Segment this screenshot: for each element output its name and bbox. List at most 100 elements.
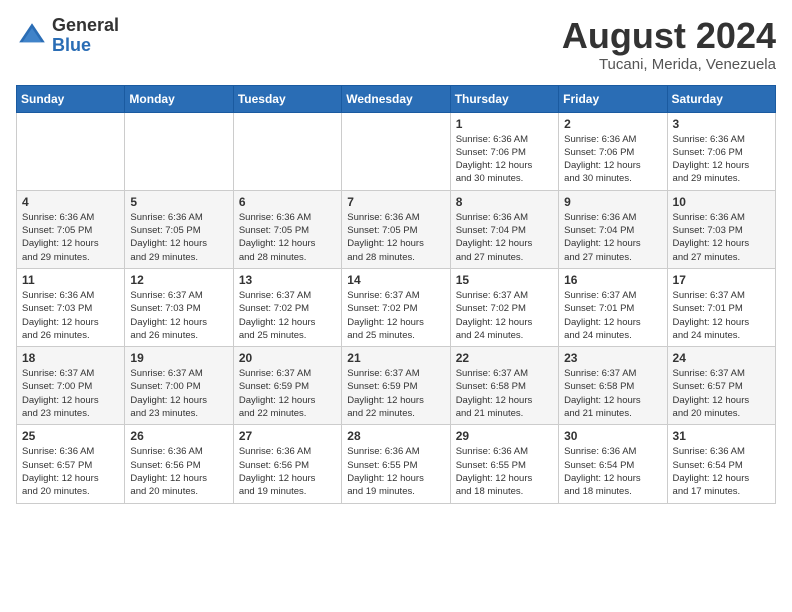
calendar-cell: 8 Sunrise: 6:36 AM Sunset: 7:04 PM Daylig… xyxy=(450,190,558,268)
day-number: 5 xyxy=(130,195,227,209)
logo-general: General xyxy=(52,15,119,35)
calendar-cell: 14 Sunrise: 6:37 AM Sunset: 7:02 PM Dayli… xyxy=(342,268,450,346)
day-number: 29 xyxy=(456,429,553,443)
day-number: 1 xyxy=(456,117,553,131)
calendar-cell: 12Sunrise: 6:37 AM Sunset: 7:03 PM Dayli… xyxy=(125,268,233,346)
day-info: Sunrise: 6:36 AM Sunset: 6:55 PM Dayligh… xyxy=(347,445,444,498)
weekday-header-sunday: Sunday xyxy=(17,85,125,112)
day-number: 12 xyxy=(130,273,227,287)
calendar-cell: 24Sunrise: 6:37 AM Sunset: 6:57 PM Dayli… xyxy=(667,347,775,425)
day-info: Sunrise: 6:37 AM Sunset: 6:59 PM Dayligh… xyxy=(239,367,336,420)
calendar-week-1: 1 Sunrise: 6:36 AM Sunset: 7:06 PM Daylig… xyxy=(17,112,776,190)
day-number: 10 xyxy=(673,195,770,209)
day-info: Sunrise: 6:36 AM Sunset: 7:05 PM Dayligh… xyxy=(347,211,444,264)
day-number: 8 xyxy=(456,195,553,209)
calendar-cell: 15 Sunrise: 6:37 AM Sunset: 7:02 PM Dayli… xyxy=(450,268,558,346)
calendar-cell: 30 Sunrise: 6:36 AM Sunset: 6:54 PM Dayli… xyxy=(559,425,667,503)
weekday-header-row: SundayMondayTuesdayWednesdayThursdayFrid… xyxy=(17,85,776,112)
day-number: 13 xyxy=(239,273,336,287)
day-info: Sunrise: 6:36 AM Sunset: 7:04 PM Dayligh… xyxy=(564,211,661,264)
day-info: Sunrise: 6:37 AM Sunset: 7:00 PM Dayligh… xyxy=(22,367,119,420)
day-number: 25 xyxy=(22,429,119,443)
day-info: Sunrise: 6:36 AM Sunset: 7:03 PM Dayligh… xyxy=(673,211,770,264)
calendar-cell: 3 Sunrise: 6:36 AM Sunset: 7:06 PM Daylig… xyxy=(667,112,775,190)
calendar-cell xyxy=(233,112,341,190)
calendar-cell: 28Sunrise: 6:36 AM Sunset: 6:55 PM Dayli… xyxy=(342,425,450,503)
weekday-header-saturday: Saturday xyxy=(667,85,775,112)
day-number: 4 xyxy=(22,195,119,209)
calendar-cell: 11Sunrise: 6:36 AM Sunset: 7:03 PM Dayli… xyxy=(17,268,125,346)
day-number: 22 xyxy=(456,351,553,365)
day-info: Sunrise: 6:37 AM Sunset: 7:01 PM Dayligh… xyxy=(564,289,661,342)
calendar-cell: 10 Sunrise: 6:36 AM Sunset: 7:03 PM Dayli… xyxy=(667,190,775,268)
calendar-cell: 13 Sunrise: 6:37 AM Sunset: 7:02 PM Dayli… xyxy=(233,268,341,346)
calendar-week-3: 11Sunrise: 6:36 AM Sunset: 7:03 PM Dayli… xyxy=(17,268,776,346)
calendar-cell xyxy=(125,112,233,190)
calendar-cell: 22 Sunrise: 6:37 AM Sunset: 6:58 PM Dayli… xyxy=(450,347,558,425)
day-number: 9 xyxy=(564,195,661,209)
day-info: Sunrise: 6:36 AM Sunset: 7:06 PM Dayligh… xyxy=(456,133,553,186)
location: Tucani, Merida, Venezuela xyxy=(562,56,776,73)
day-number: 16 xyxy=(564,273,661,287)
day-number: 14 xyxy=(347,273,444,287)
day-info: Sunrise: 6:36 AM Sunset: 7:06 PM Dayligh… xyxy=(564,133,661,186)
day-info: Sunrise: 6:37 AM Sunset: 6:58 PM Dayligh… xyxy=(456,367,553,420)
calendar-week-2: 4 Sunrise: 6:36 AM Sunset: 7:05 PM Daylig… xyxy=(17,190,776,268)
calendar-cell: 16 Sunrise: 6:37 AM Sunset: 7:01 PM Dayli… xyxy=(559,268,667,346)
day-info: Sunrise: 6:36 AM Sunset: 6:57 PM Dayligh… xyxy=(22,445,119,498)
calendar-cell: 31Sunrise: 6:36 AM Sunset: 6:54 PM Dayli… xyxy=(667,425,775,503)
calendar-cell: 18 Sunrise: 6:37 AM Sunset: 7:00 PM Dayli… xyxy=(17,347,125,425)
calendar-cell: 21 Sunrise: 6:37 AM Sunset: 6:59 PM Dayli… xyxy=(342,347,450,425)
calendar-cell: 1 Sunrise: 6:36 AM Sunset: 7:06 PM Daylig… xyxy=(450,112,558,190)
day-info: Sunrise: 6:36 AM Sunset: 7:06 PM Dayligh… xyxy=(673,133,770,186)
day-info: Sunrise: 6:37 AM Sunset: 6:58 PM Dayligh… xyxy=(564,367,661,420)
day-info: Sunrise: 6:36 AM Sunset: 7:04 PM Dayligh… xyxy=(456,211,553,264)
day-info: Sunrise: 6:36 AM Sunset: 6:55 PM Dayligh… xyxy=(456,445,553,498)
logo-blue: Blue xyxy=(52,35,91,55)
day-number: 17 xyxy=(673,273,770,287)
weekday-header-friday: Friday xyxy=(559,85,667,112)
calendar-cell: 19Sunrise: 6:37 AM Sunset: 7:00 PM Dayli… xyxy=(125,347,233,425)
day-info: Sunrise: 6:37 AM Sunset: 7:02 PM Dayligh… xyxy=(239,289,336,342)
day-number: 23 xyxy=(564,351,661,365)
day-number: 24 xyxy=(673,351,770,365)
weekday-header-wednesday: Wednesday xyxy=(342,85,450,112)
day-number: 21 xyxy=(347,351,444,365)
day-number: 27 xyxy=(239,429,336,443)
day-number: 19 xyxy=(130,351,227,365)
day-number: 30 xyxy=(564,429,661,443)
calendar-cell: 7 Sunrise: 6:36 AM Sunset: 7:05 PM Daylig… xyxy=(342,190,450,268)
calendar-cell: 27 Sunrise: 6:36 AM Sunset: 6:56 PM Dayli… xyxy=(233,425,341,503)
calendar-cell: 20 Sunrise: 6:37 AM Sunset: 6:59 PM Dayli… xyxy=(233,347,341,425)
day-info: Sunrise: 6:37 AM Sunset: 7:02 PM Dayligh… xyxy=(347,289,444,342)
title-block: August 2024 Tucani, Merida, Venezuela xyxy=(562,16,776,73)
page-header: General Blue August 2024 Tucani, Merida,… xyxy=(16,16,776,73)
day-number: 11 xyxy=(22,273,119,287)
day-info: Sunrise: 6:36 AM Sunset: 6:54 PM Dayligh… xyxy=(673,445,770,498)
weekday-header-monday: Monday xyxy=(125,85,233,112)
calendar-cell: 4Sunrise: 6:36 AM Sunset: 7:05 PM Daylig… xyxy=(17,190,125,268)
weekday-header-thursday: Thursday xyxy=(450,85,558,112)
day-number: 18 xyxy=(22,351,119,365)
day-info: Sunrise: 6:36 AM Sunset: 7:05 PM Dayligh… xyxy=(130,211,227,264)
calendar-cell: 2Sunrise: 6:36 AM Sunset: 7:06 PM Daylig… xyxy=(559,112,667,190)
day-number: 26 xyxy=(130,429,227,443)
day-info: Sunrise: 6:36 AM Sunset: 6:54 PM Dayligh… xyxy=(564,445,661,498)
weekday-header-tuesday: Tuesday xyxy=(233,85,341,112)
calendar-week-4: 18 Sunrise: 6:37 AM Sunset: 7:00 PM Dayli… xyxy=(17,347,776,425)
calendar-cell: 23 Sunrise: 6:37 AM Sunset: 6:58 PM Dayli… xyxy=(559,347,667,425)
day-info: Sunrise: 6:37 AM Sunset: 7:01 PM Dayligh… xyxy=(673,289,770,342)
day-info: Sunrise: 6:37 AM Sunset: 6:59 PM Dayligh… xyxy=(347,367,444,420)
calendar-cell: 29 Sunrise: 6:36 AM Sunset: 6:55 PM Dayli… xyxy=(450,425,558,503)
day-info: Sunrise: 6:36 AM Sunset: 6:56 PM Dayligh… xyxy=(239,445,336,498)
day-number: 15 xyxy=(456,273,553,287)
day-info: Sunrise: 6:36 AM Sunset: 6:56 PM Dayligh… xyxy=(130,445,227,498)
logo-text: General Blue xyxy=(52,16,119,56)
calendar-cell: 25 Sunrise: 6:36 AM Sunset: 6:57 PM Dayli… xyxy=(17,425,125,503)
calendar-week-5: 25 Sunrise: 6:36 AM Sunset: 6:57 PM Dayli… xyxy=(17,425,776,503)
day-number: 7 xyxy=(347,195,444,209)
calendar-cell xyxy=(17,112,125,190)
day-info: Sunrise: 6:37 AM Sunset: 7:02 PM Dayligh… xyxy=(456,289,553,342)
day-number: 3 xyxy=(673,117,770,131)
day-number: 20 xyxy=(239,351,336,365)
